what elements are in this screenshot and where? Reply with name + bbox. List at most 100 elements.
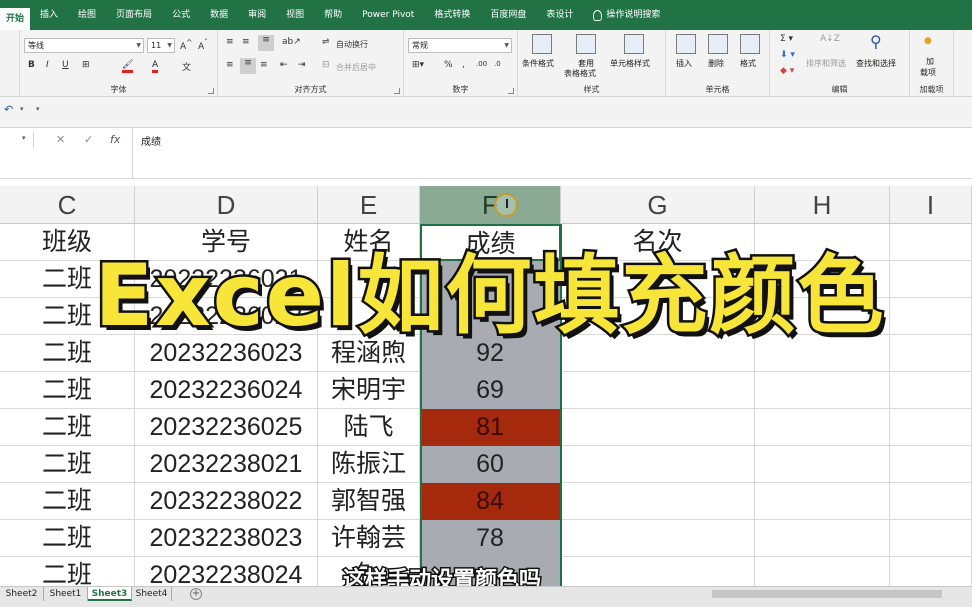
class-cell[interactable]: 二班 [0, 446, 135, 483]
ribbon-tab[interactable]: 绘图 [68, 0, 106, 30]
ribbon-tab[interactable]: 视图 [276, 0, 314, 30]
percent-icon[interactable]: % [444, 60, 453, 70]
find-select-icon[interactable]: ⚲ [870, 32, 882, 51]
score-cell[interactable]: 69 [420, 372, 561, 409]
insert-cells-icon[interactable] [676, 34, 696, 54]
rank-cell[interactable] [561, 483, 755, 520]
bold-button[interactable]: B [28, 60, 35, 70]
font-name-combo[interactable]: 等线 ▼ [24, 38, 144, 53]
name-box[interactable]: ▾ [0, 132, 34, 148]
sheet-tab[interactable]: Sheet4 [132, 587, 172, 601]
wrap-text-button[interactable]: 自动换行 [336, 39, 368, 50]
rank-cell[interactable] [561, 520, 755, 557]
column-header-g[interactable]: G [561, 186, 755, 224]
horizontal-scrollbar[interactable] [712, 590, 942, 598]
ribbon-tab[interactable]: 插入 [30, 0, 68, 30]
undo-icon[interactable]: ↶ [4, 103, 13, 116]
score-cell[interactable]: 81 [420, 409, 561, 446]
addins-label-1[interactable]: 加 [926, 56, 934, 67]
sort-filter-icon[interactable]: A↓Z [820, 34, 840, 44]
name-box-dropdown-icon[interactable]: ▾ [22, 134, 26, 142]
class-cell[interactable]: 二班 [0, 409, 135, 446]
cell[interactable] [890, 483, 972, 520]
clear-icon[interactable]: ◆ ▾ [780, 66, 794, 76]
cell[interactable] [755, 483, 890, 520]
underline-button[interactable]: U [62, 60, 69, 70]
column-header-h[interactable]: H [755, 186, 890, 224]
font-size-combo[interactable]: 11 ▼ [147, 38, 175, 53]
comma-icon[interactable]: , [462, 60, 465, 70]
conditional-format-button[interactable]: 条件格式 [522, 58, 554, 69]
customize-qat-icon[interactable]: ▾ [36, 105, 40, 113]
rank-cell[interactable] [561, 372, 755, 409]
cell[interactable] [890, 446, 972, 483]
class-cell[interactable]: 二班 [0, 372, 135, 409]
align-right-icon[interactable]: ≡ [260, 60, 268, 70]
name-cell[interactable]: 陈振江 [318, 446, 420, 483]
format-cells-button[interactable]: 格式 [740, 58, 756, 69]
sort-filter-button[interactable]: 排序和筛选 [806, 58, 846, 69]
enter-formula-icon[interactable]: ✓ [84, 133, 93, 146]
number-launcher-icon[interactable] [508, 88, 514, 94]
formula-input[interactable]: 成绩 [132, 128, 972, 178]
student-id-cell[interactable]: 20232238022 [135, 483, 318, 520]
cell-styles-button[interactable]: 单元格样式 [610, 58, 650, 69]
format-cells-icon[interactable] [740, 34, 760, 54]
autosum-icon[interactable]: Σ ▾ [780, 34, 793, 44]
student-id-cell[interactable]: 20232238021 [135, 446, 318, 483]
score-cell[interactable]: 78 [420, 520, 561, 557]
align-top-icon[interactable]: ≡ [226, 37, 234, 47]
class-cell[interactable]: 二班 [0, 483, 135, 520]
italic-button[interactable]: I [46, 60, 49, 70]
score-cell[interactable]: 84 [420, 483, 561, 520]
increase-indent-icon[interactable]: ⇥ [298, 60, 306, 70]
decrease-indent-icon[interactable]: ⇤ [280, 60, 288, 70]
cell[interactable] [755, 372, 890, 409]
name-cell[interactable]: 许翰芸 [318, 520, 420, 557]
font-color-icon[interactable]: A [152, 60, 159, 73]
add-sheet-button[interactable]: + [190, 588, 202, 600]
column-header-i[interactable]: I [890, 186, 972, 224]
addins-icon[interactable]: ● [924, 36, 932, 46]
insert-cells-button[interactable]: 插入 [676, 58, 692, 69]
insert-function-button[interactable]: fx [110, 133, 120, 146]
ribbon-tab[interactable]: 审阅 [238, 0, 276, 30]
conditional-format-icon[interactable] [532, 34, 552, 54]
cancel-formula-icon[interactable]: ✕ [56, 133, 65, 146]
tell-me-search[interactable]: 操作说明搜索 [583, 0, 670, 30]
number-format-combo[interactable]: 常规 ▼ [408, 38, 512, 53]
column-header-d[interactable]: D [135, 186, 318, 224]
rank-cell[interactable] [561, 446, 755, 483]
delete-cells-button[interactable]: 删除 [708, 58, 724, 69]
ribbon-tab[interactable]: 百度网盘 [480, 0, 536, 30]
orientation-icon[interactable]: ab↗ [282, 37, 301, 47]
score-cell[interactable]: 60 [420, 446, 561, 483]
column-header-f[interactable]: F [420, 186, 561, 224]
format-as-table-icon[interactable] [576, 34, 596, 54]
decrease-decimal-icon[interactable]: .0 [494, 60, 501, 68]
class-cell[interactable]: 二班 [0, 520, 135, 557]
ribbon-tab[interactable]: 数据 [200, 0, 238, 30]
merge-center-button[interactable]: 合并后居中 [336, 62, 376, 73]
sheet-tab[interactable]: Sheet3 [88, 587, 132, 601]
addins-label-2[interactable]: 载项 [920, 67, 936, 78]
cell[interactable] [890, 372, 972, 409]
cell[interactable] [890, 409, 972, 446]
phonetic-icon[interactable]: 文 [182, 60, 191, 73]
cell[interactable] [890, 520, 972, 557]
shrink-font-icon[interactable]: Aˇ [198, 38, 208, 52]
accounting-icon[interactable]: ⊞▾ [412, 60, 424, 70]
cell[interactable] [755, 520, 890, 557]
name-cell[interactable]: 宋明宇 [318, 372, 420, 409]
find-select-button[interactable]: 查找和选择 [856, 58, 896, 69]
increase-decimal-icon[interactable]: .00 [476, 60, 487, 68]
student-id-cell[interactable]: 20232236025 [135, 409, 318, 446]
alignment-launcher-icon[interactable] [394, 88, 400, 94]
ribbon-tab[interactable]: Power Pivot [352, 0, 424, 30]
wrap-text-icon[interactable]: ⇌ [322, 37, 330, 47]
align-center-icon[interactable]: ≡ [240, 58, 256, 74]
format-as-table-label-2[interactable]: 表格格式 [564, 68, 596, 79]
ribbon-tab[interactable]: 公式 [162, 0, 200, 30]
fill-color-icon[interactable]: 🖌 [122, 60, 134, 73]
cell[interactable] [755, 409, 890, 446]
